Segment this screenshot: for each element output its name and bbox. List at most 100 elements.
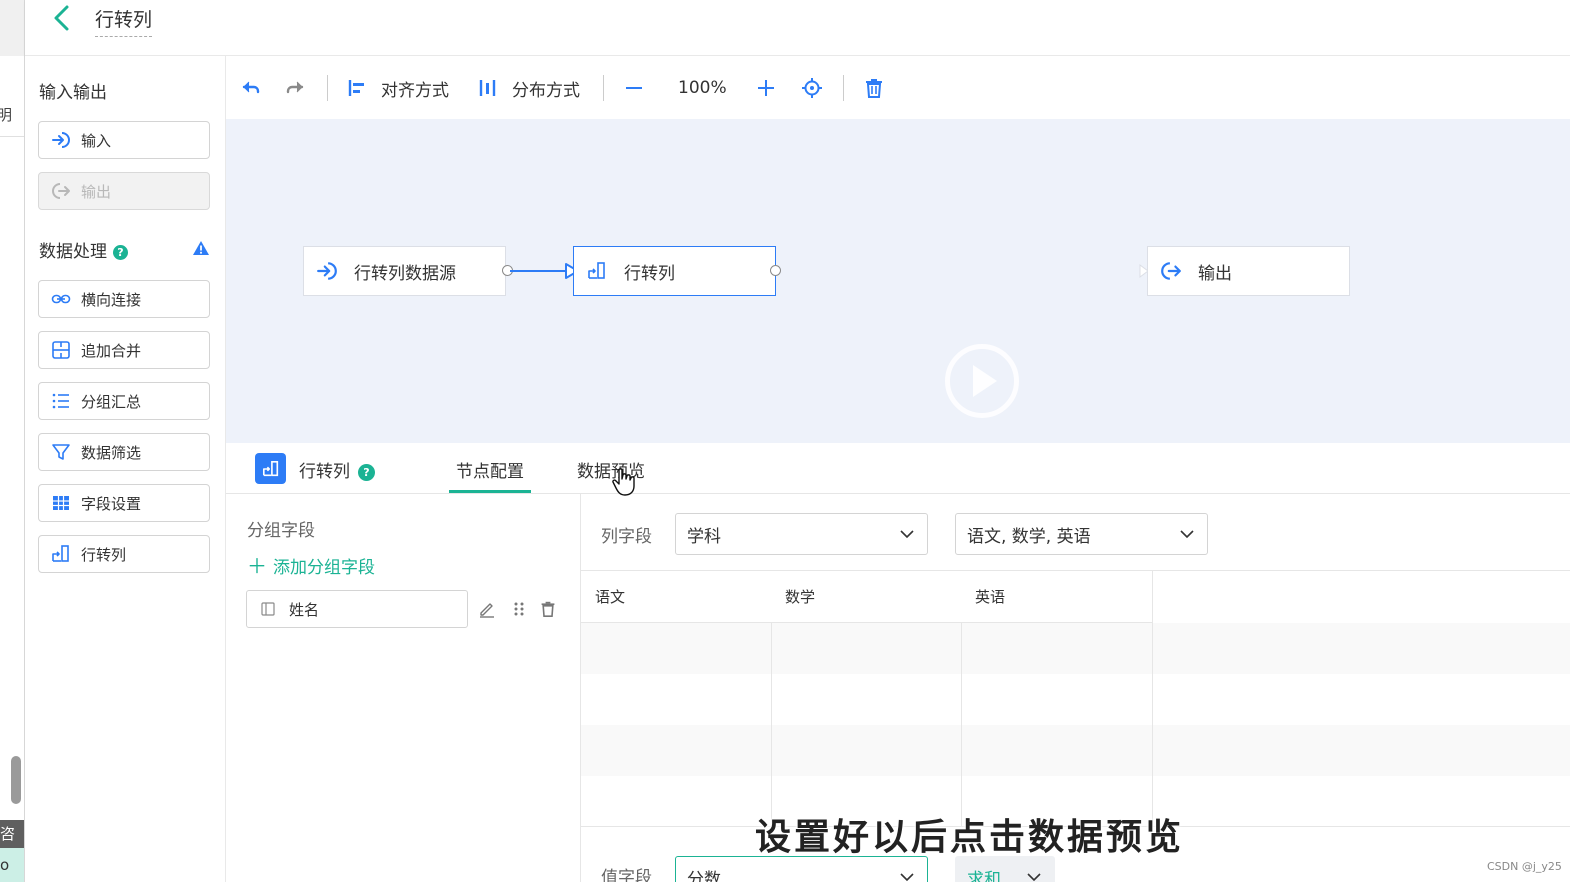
edit-icon[interactable] <box>478 600 496 618</box>
sidebar-item-input[interactable]: 输入 <box>38 121 210 159</box>
distribute-label: 分布方式 <box>512 80 580 101</box>
grid-row <box>581 674 1570 725</box>
video-play-button[interactable] <box>945 344 1019 418</box>
help-icon[interactable]: ? <box>358 463 375 481</box>
grid-header-cell: 数学 <box>771 571 962 623</box>
sidebar-item-label: 字段设置 <box>81 494 142 513</box>
sidebar-item-row-to-column[interactable]: 行转列 <box>38 535 210 573</box>
column-grid: 语文 数学 英语 <box>581 570 1570 827</box>
column-values-select[interactable]: 语文, 数学, 英语 <box>955 513 1208 555</box>
toolbar-divider <box>843 75 844 101</box>
crosshair-icon <box>802 78 822 98</box>
host-strip-top <box>0 0 24 56</box>
play-icon <box>973 365 997 397</box>
sidebar-item-label: 分组汇总 <box>81 392 142 411</box>
add-group-field-button[interactable]: ＋ 添加分组字段 <box>247 550 375 579</box>
sidebar-item-label: 数据筛选 <box>81 443 142 462</box>
host-window-strip: 明 咨 o <box>0 0 25 882</box>
list-icon <box>51 391 71 411</box>
sidebar-item-field-settings[interactable]: 字段设置 <box>38 484 210 522</box>
toolbar-divider <box>327 75 328 101</box>
node-label: 行转列 <box>624 263 675 284</box>
drag-handle-icon[interactable] <box>510 600 528 618</box>
zoom-in-button[interactable] <box>756 74 776 102</box>
sidebar-item-label: 追加合并 <box>81 341 142 360</box>
output-arrow-icon <box>1160 260 1182 282</box>
sidebar-item-append-merge[interactable]: 追加合并 <box>38 331 210 369</box>
row-to-col-icon <box>586 260 608 282</box>
back-button[interactable] <box>49 2 77 34</box>
output-arrow-icon <box>51 181 71 201</box>
zoom-level: 100% <box>678 78 727 98</box>
column-values-value: 语文, 数学, 英语 <box>967 526 1091 547</box>
node-output[interactable]: 输出 <box>1147 246 1350 296</box>
plus-icon: ＋ <box>247 554 267 578</box>
host-strip-text-top: 明 <box>0 104 12 125</box>
chevron-down-icon <box>1180 530 1194 539</box>
chevron-left-icon <box>54 5 69 31</box>
watermark: CSDN @j_y25 <box>1487 860 1562 873</box>
warning-icon[interactable] <box>192 240 210 260</box>
chevron-down-icon <box>900 873 914 882</box>
sidebar-item-label: 行转列 <box>81 545 127 564</box>
plus-icon <box>758 80 774 96</box>
align-button[interactable]: 对齐方式 <box>347 74 449 102</box>
grid-header-cell: 英语 <box>961 571 1153 623</box>
undo-button[interactable] <box>240 74 262 102</box>
sidebar-item-label: 横向连接 <box>81 290 142 309</box>
panel-title: 行转列? <box>299 457 375 482</box>
processing-title-text: 数据处理 <box>39 242 107 262</box>
undo-icon <box>242 81 260 94</box>
grid-header-cell: 语文 <box>581 571 772 623</box>
column-field-label: 列字段 <box>601 527 652 547</box>
node-out-port[interactable] <box>770 265 781 276</box>
column-field-value: 学科 <box>687 526 721 547</box>
help-icon[interactable]: ? <box>113 244 128 260</box>
distribute-button[interactable]: 分布方式 <box>478 74 580 102</box>
locate-button[interactable] <box>801 74 823 102</box>
node-row-to-column[interactable]: 行转列 <box>573 246 776 296</box>
group-field-chip[interactable]: 姓名 <box>246 590 468 628</box>
column-field-select[interactable]: 学科 <box>675 513 928 555</box>
group-field-section: 分组字段 ＋ 添加分组字段 姓名 <box>226 494 581 882</box>
tab-node-config[interactable]: 节点配置 <box>449 457 531 493</box>
align-left-icon <box>348 80 364 96</box>
node-data-source[interactable]: 行转列数据源 <box>303 246 506 296</box>
grid-row <box>581 725 1570 776</box>
chevron-down-icon <box>900 530 914 539</box>
add-group-field-label: 添加分组字段 <box>273 558 375 578</box>
page-title[interactable]: 行转列 <box>95 5 153 37</box>
sidebar-item-label: 输入 <box>81 131 112 150</box>
grid-row <box>581 623 1570 674</box>
distribute-icon <box>479 80 496 96</box>
sidebar-item-horizontal-join[interactable]: 横向连接 <box>38 280 210 318</box>
table-icon <box>51 493 71 513</box>
connection-edge[interactable] <box>510 259 580 283</box>
minus-icon <box>626 87 642 89</box>
toolbar-divider <box>603 75 604 101</box>
value-field-label: 值字段 <box>601 868 652 882</box>
host-strip-divider <box>0 136 24 137</box>
hand-cursor-icon <box>612 468 635 496</box>
host-strip-text-bot: o <box>0 848 24 882</box>
delete-button[interactable] <box>864 74 884 102</box>
chevron-down-icon <box>1027 873 1041 882</box>
sidebar-item-group-summary[interactable]: 分组汇总 <box>38 382 210 420</box>
zoom-out-button[interactable] <box>624 74 644 102</box>
flow-canvas[interactable]: 行转列数据源 行转列 输出 <box>226 119 1570 443</box>
sidebar-item-output[interactable]: 输出 <box>38 172 210 210</box>
component-sidebar: 输入输出 输入 输出 数据处理? 横向连接 追加合并 分组汇总 数据筛选 字段设… <box>25 56 226 882</box>
config-panel-header: 行转列? 节点配置 数据预览 <box>226 443 1570 494</box>
trash-icon[interactable] <box>539 600 557 618</box>
sidebar-item-label: 输出 <box>81 182 112 201</box>
aggregate-value: 求和 <box>967 869 1001 882</box>
node-label: 行转列数据源 <box>354 263 456 284</box>
value-field-value: 分数 <box>687 869 721 882</box>
row-to-col-icon <box>255 453 286 484</box>
sidebar-item-data-filter[interactable]: 数据筛选 <box>38 433 210 471</box>
host-scrollbar[interactable] <box>11 756 21 804</box>
redo-button[interactable] <box>284 74 306 102</box>
group-field-label: 分组字段 <box>247 521 315 541</box>
editor-toolbar: 对齐方式 分布方式 100% <box>226 56 1570 119</box>
input-arrow-icon <box>316 260 338 282</box>
